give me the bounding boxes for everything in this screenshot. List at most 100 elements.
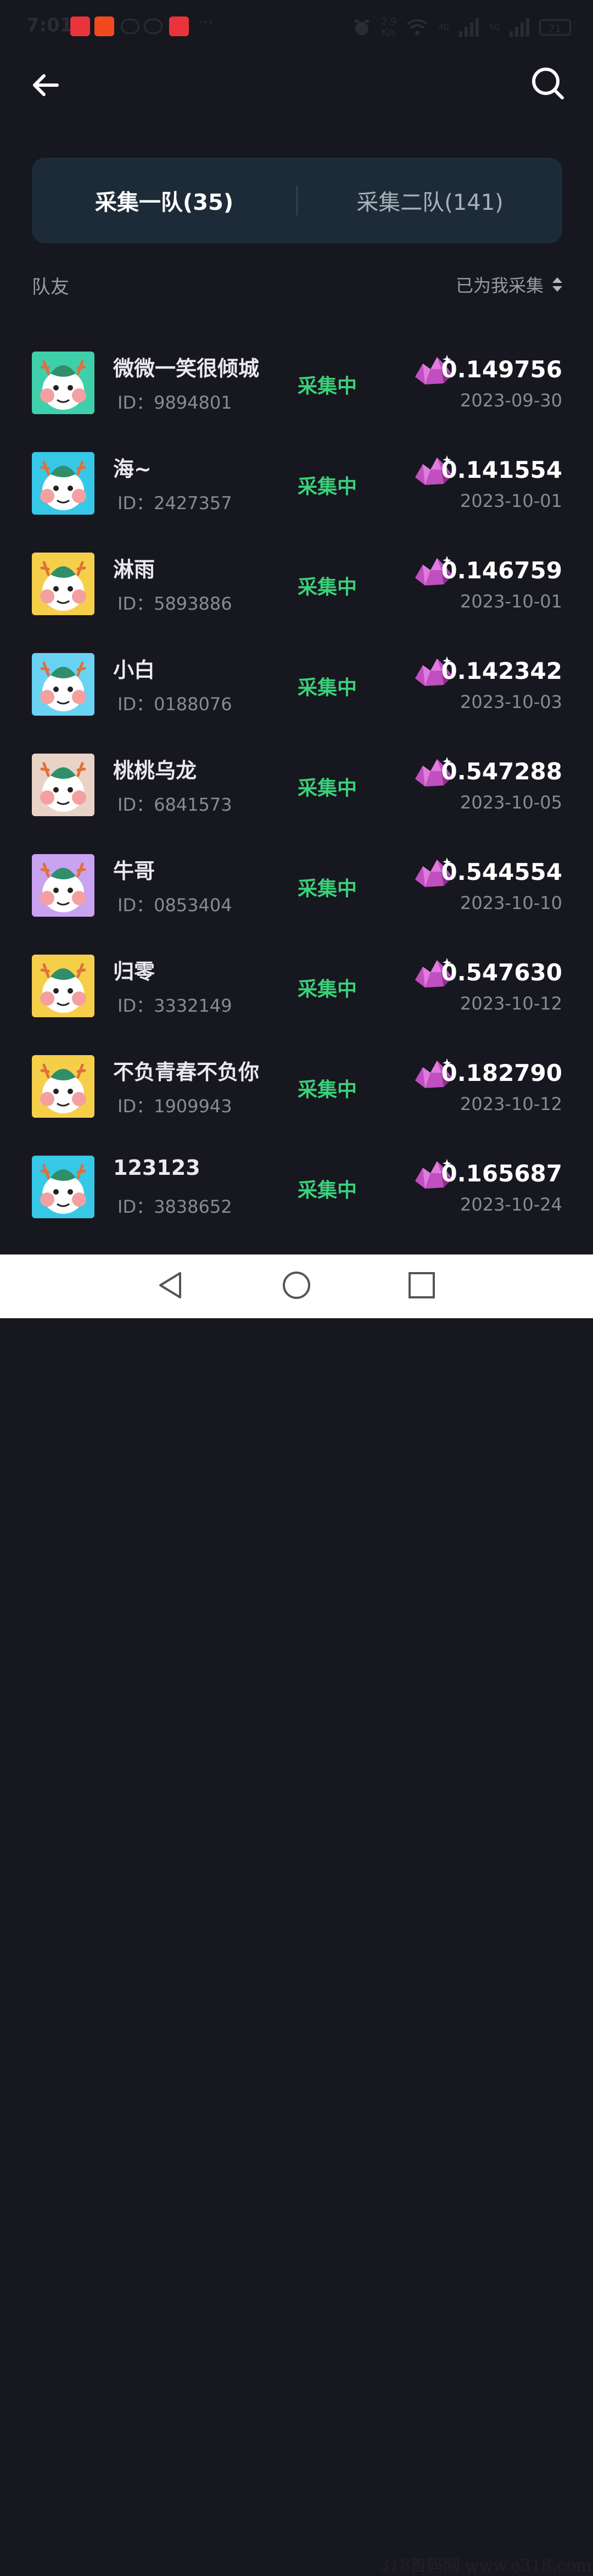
collecting-status: 采集中 (298, 777, 357, 800)
tab-team-1[interactable]: 采集一队(35) (32, 185, 296, 216)
signal1-label: 4G (438, 23, 450, 32)
member-id: ID：0853404 (118, 895, 232, 916)
join-date: 2023-10-01 (460, 490, 562, 511)
taobao-notification-icon (94, 16, 114, 36)
member-row[interactable]: 小白 ID：0188076 采集中 0.142342 2023-10-03 (0, 640, 593, 740)
member-id: ID：9894801 (118, 392, 232, 413)
collected-amount: 0.547288 (441, 758, 562, 785)
app-notification-icon (70, 16, 90, 36)
member-row[interactable]: 桃桃乌龙 ID：6841573 采集中 0.547288 2023-10-05 (0, 740, 593, 841)
teammates-label: 队友 (32, 276, 69, 298)
member-row[interactable]: 归零 ID：3332149 采集中 0.547630 2023-10-12 (0, 941, 593, 1042)
member-row[interactable]: 淋雨 ID：5893886 采集中 0.146759 2023-10-01 (0, 539, 593, 640)
avatar[interactable] (32, 854, 94, 917)
avatar[interactable] (32, 653, 94, 716)
avatar[interactable] (32, 553, 94, 615)
member-id: ID：0188076 (118, 694, 232, 715)
member-name: 123123 (113, 1156, 200, 1180)
join-date: 2023-10-05 (460, 792, 562, 813)
dragon-avatar-icon (32, 754, 94, 816)
dragon-avatar-icon (32, 653, 94, 716)
avatar[interactable] (32, 1055, 94, 1118)
sort-arrows-icon (552, 277, 562, 292)
member-row[interactable]: 不负青春不负你 ID：1909943 采集中 0.182790 2023-10-… (0, 1042, 593, 1142)
collected-amount: 0.182790 (441, 1060, 562, 1086)
join-date: 2023-09-30 (460, 390, 562, 411)
avatar[interactable] (32, 955, 94, 1017)
more-notifications-icon: ··· (198, 13, 214, 32)
net-speed: 2.9 K/s (381, 16, 397, 38)
collecting-status: 采集中 (298, 978, 357, 1001)
alarm-icon (354, 20, 369, 35)
member-name: 归零 (113, 960, 155, 984)
collected-amount: 0.149756 (441, 356, 562, 383)
member-name: 淋雨 (113, 557, 155, 582)
join-date: 2023-10-01 (460, 591, 562, 612)
sort-button[interactable]: 已为我采集 (456, 272, 562, 297)
back-arrow-icon (33, 74, 59, 96)
list-header: 队友 已为我采集 (32, 272, 562, 299)
taobao-notification-icon-2 (169, 16, 189, 36)
tab-team-2[interactable]: 采集二队(141) (298, 185, 562, 216)
video-notification-icon (121, 19, 139, 34)
member-row[interactable]: 牛哥 ID：0853404 采集中 0.544554 2023-10-10 (0, 841, 593, 941)
member-row[interactable]: 海~ ID：2427357 采集中 0.141554 2023-10-01 (0, 439, 593, 539)
status-time: 7:01 (26, 14, 73, 36)
nav-recents-icon[interactable] (405, 1269, 438, 1302)
dragon-avatar-icon (32, 1055, 94, 1118)
member-id: ID：6841573 (118, 794, 232, 815)
collected-amount: 0.146759 (441, 557, 562, 584)
dragon-avatar-icon (32, 1156, 94, 1218)
join-date: 2023-10-10 (460, 893, 562, 913)
sort-label: 已为我采集 (455, 275, 544, 296)
avatar[interactable] (32, 754, 94, 816)
collected-amount: 0.141554 (441, 456, 562, 483)
signal-bars-icon (459, 18, 479, 37)
video-notification-icon-2 (144, 19, 163, 34)
dragon-avatar-icon (32, 352, 94, 414)
join-date: 2023-10-03 (460, 692, 562, 712)
collected-amount: 0.142342 (441, 657, 562, 684)
collecting-status: 采集中 (298, 375, 357, 398)
member-name: 不负青春不负你 (113, 1060, 260, 1084)
dragon-avatar-icon (32, 955, 94, 1017)
collecting-status: 采集中 (298, 1179, 357, 1202)
nav-home-icon[interactable] (280, 1269, 313, 1302)
back-button[interactable] (29, 66, 67, 104)
member-id: ID：1909943 (118, 1096, 232, 1117)
dragon-avatar-icon (32, 854, 94, 917)
team-tabs: 采集一队(35) 采集二队(141) (32, 158, 562, 243)
collecting-status: 采集中 (298, 576, 357, 599)
member-id: ID：5893886 (118, 593, 232, 614)
search-icon (532, 68, 564, 99)
avatar[interactable] (32, 352, 94, 414)
dragon-avatar-icon (32, 452, 94, 515)
member-name: 桃桃乌龙 (113, 759, 197, 783)
member-row[interactable]: 微微一笑很倾城 ID：9894801 采集中 0.149756 2023-09-… (0, 338, 593, 439)
nav-back-icon[interactable] (154, 1269, 187, 1302)
collecting-status: 采集中 (298, 878, 357, 900)
watermark: 318首码网 www.e318.com (379, 2556, 592, 2575)
status-bar: 7:01 ··· 2.9 K/s 4G 5G 71 (0, 0, 593, 53)
member-row[interactable]: 123123 ID：3838652 采集中 0.165687 2023-10-2… (0, 1142, 593, 1243)
collecting-status: 采集中 (298, 476, 357, 498)
battery-icon: 71 (539, 19, 571, 36)
search-button[interactable] (527, 63, 569, 104)
join-date: 2023-10-12 (460, 1094, 562, 1114)
signal2-label: 5G (489, 23, 500, 32)
collected-amount: 0.165687 (441, 1160, 562, 1187)
member-name: 微微一笑很倾城 (113, 356, 260, 381)
collected-amount: 0.544554 (441, 858, 562, 885)
member-id: ID：2427357 (118, 493, 232, 514)
avatar[interactable] (32, 452, 94, 515)
member-id: ID：3332149 (118, 995, 232, 1016)
collected-amount: 0.547630 (441, 959, 562, 986)
collecting-status: 采集中 (298, 677, 357, 699)
dragon-avatar-icon (32, 553, 94, 615)
member-name: 小白 (113, 658, 155, 682)
join-date: 2023-10-12 (460, 993, 562, 1014)
avatar[interactable] (32, 1156, 94, 1218)
member-id: ID：3838652 (118, 1196, 232, 1217)
signal-bars-icon-2 (510, 18, 529, 37)
join-date: 2023-10-24 (460, 1194, 562, 1215)
